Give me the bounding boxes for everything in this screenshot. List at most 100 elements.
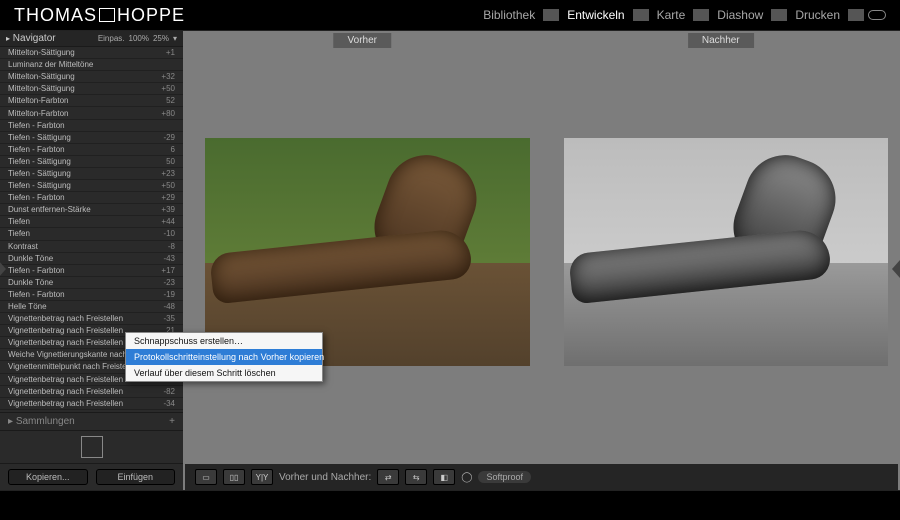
- softproof-label[interactable]: Softproof: [478, 471, 531, 483]
- history-label: Tiefen - Sättigung: [8, 181, 71, 190]
- history-row[interactable]: Mittelton-Farbton+80: [0, 107, 183, 119]
- history-value: -82: [163, 387, 175, 396]
- compare-label: Vorher und Nachher:: [279, 472, 371, 483]
- layout-yy-button[interactable]: Y|Y: [251, 469, 273, 485]
- history-row[interactable]: Tiefen - Sättigung-29: [0, 132, 183, 144]
- swap-before-after-button[interactable]: ⇄: [377, 469, 399, 485]
- history-row[interactable]: Mittelton-Sättigung+50: [0, 83, 183, 95]
- history-row[interactable]: Tiefen - Farbton -19: [0, 289, 183, 301]
- history-value: +17: [161, 266, 175, 275]
- navigator-title: Navigator: [13, 33, 56, 44]
- history-label: Tiefen: [8, 217, 30, 226]
- content-area: Vorher Nachher ▭ ▯▯ Y|Y Vorher und Nachh…: [183, 31, 900, 490]
- paste-button[interactable]: Einfügen: [96, 469, 176, 485]
- history-row[interactable]: Dunkle Töne -23: [0, 277, 183, 289]
- pane-after[interactable]: Nachher: [544, 33, 899, 462]
- module-drucken[interactable]: Drucken: [787, 8, 848, 22]
- tab-before: Vorher: [334, 33, 391, 48]
- zoom-fit[interactable]: Einpas.: [98, 34, 125, 43]
- history-context-menu: Schnappschuss erstellen… Protokollschrit…: [125, 332, 323, 382]
- history-row[interactable]: Mittelton-Sättigung+1: [0, 47, 183, 59]
- softproof-radio-icon[interactable]: ◯: [461, 472, 472, 483]
- history-row[interactable]: Vignettenbetrag nach Freistellen-35: [0, 313, 183, 325]
- copy-before-button[interactable]: ⇆: [405, 469, 427, 485]
- history-value: 52: [166, 96, 175, 105]
- history-label: Vignettenbetrag nach Freistellen: [8, 387, 123, 396]
- history-value: -19: [163, 290, 175, 299]
- history-label: Dunst entfernen-Stärke: [8, 205, 91, 214]
- module-entwickeln[interactable]: Entwickeln: [559, 8, 632, 22]
- left-panel-toggle-icon[interactable]: [0, 260, 6, 278]
- ctx-copy-to-before[interactable]: Protokollschritteinstellung nach Vorher …: [126, 349, 322, 365]
- brand-mark-icon: [99, 8, 115, 22]
- ctx-create-snapshot[interactable]: Schnappschuss erstellen…: [126, 333, 322, 349]
- pane-before[interactable]: Vorher: [185, 33, 540, 462]
- layout-split-button[interactable]: ▯▯: [223, 469, 245, 485]
- zoom-chevron-icon[interactable]: ▾: [173, 34, 177, 43]
- collections-label: Sammlungen: [16, 416, 75, 427]
- collections-add-icon[interactable]: +: [169, 416, 175, 427]
- module-switcher: Bibliothek Entwickeln Karte Diashow Druc…: [475, 8, 886, 22]
- history-row[interactable]: Tiefen - Farbton 6: [0, 144, 183, 156]
- history-label: Tiefen: [8, 229, 30, 238]
- zoom-100[interactable]: 100%: [129, 34, 149, 43]
- history-row[interactable]: Vignettenbetrag nach Freistellen -82: [0, 386, 183, 398]
- history-label: Dunkle Töne: [8, 278, 53, 287]
- history-value: -10: [163, 229, 175, 238]
- history-value: -23: [163, 278, 175, 287]
- history-row[interactable]: Tiefen - Sättigung 50: [0, 156, 183, 168]
- history-label: Tiefen - Farbton: [8, 145, 65, 154]
- right-panel-toggle-icon[interactable]: [892, 260, 900, 278]
- history-row[interactable]: Tiefen - Sättigung+23: [0, 168, 183, 180]
- history-label: Vignettenbetrag nach Freistellen: [8, 399, 123, 408]
- history-value: -43: [163, 254, 175, 263]
- history-row[interactable]: Tiefen - Sättigung +50: [0, 180, 183, 192]
- history-label: Weiche Vignettierungskante nach Fr...: [8, 350, 143, 359]
- history-row[interactable]: Tiefen+44: [0, 216, 183, 228]
- navigator-header[interactable]: ▸ Navigator Einpas. 100% 25% ▾: [0, 31, 183, 47]
- zoom-25[interactable]: 25%: [153, 34, 169, 43]
- history-label: Vignettenbetrag nach Freistellen: [8, 375, 123, 384]
- history-row[interactable]: Vignettenbetrag nach Freistellen-34: [0, 398, 183, 410]
- module-bibliothek[interactable]: Bibliothek: [475, 8, 543, 22]
- history-label: Tiefen - Sättigung: [8, 169, 71, 178]
- cloud-sync-icon[interactable]: [868, 10, 886, 20]
- history-row[interactable]: Mittelton-Sättigung +32: [0, 71, 183, 83]
- history-row[interactable]: Helle Töne-48: [0, 301, 183, 313]
- history-label: Tiefen - Farbton: [8, 193, 65, 202]
- layout-single-button[interactable]: ▭: [195, 469, 217, 485]
- collections-header[interactable]: ▸ Sammlungen +: [0, 412, 183, 430]
- history-value: -8: [168, 242, 175, 251]
- history-row[interactable]: Dunkle Töne-43: [0, 253, 183, 265]
- history-row[interactable]: Tiefen -10: [0, 228, 183, 240]
- ctx-clear-above[interactable]: Verlauf über diesem Schritt löschen: [126, 365, 322, 381]
- history-row[interactable]: Dunst entfernen-Stärke+39: [0, 204, 183, 216]
- history-row[interactable]: Tiefen - Farbton+17: [0, 265, 183, 277]
- history-row[interactable]: Kontrast-8: [0, 241, 183, 253]
- history-label: Tiefen - Farbton: [8, 290, 65, 299]
- compare-toolbar: ▭ ▯▯ Y|Y Vorher und Nachher: ⇄ ⇆ ◧ ◯ Sof…: [185, 464, 898, 490]
- history-value: 6: [171, 145, 175, 154]
- zoom-levels: Einpas. 100% 25% ▾: [98, 34, 177, 43]
- history-value: 50: [166, 157, 175, 166]
- history-label: Vignettenbetrag nach Freistellen: [8, 326, 123, 335]
- module-karte[interactable]: Karte: [649, 8, 694, 22]
- module-diashow[interactable]: Diashow: [709, 8, 771, 22]
- copy-button[interactable]: Kopieren...: [8, 469, 88, 485]
- history-row[interactable]: Tiefen - Farbton+29: [0, 192, 183, 204]
- history-value: -48: [163, 302, 175, 311]
- history-value: +80: [161, 109, 175, 118]
- history-label: Mittelton-Sättigung: [8, 72, 75, 81]
- panel-footer: Kopieren... Einfügen: [0, 464, 183, 490]
- copy-after-button[interactable]: ◧: [433, 469, 455, 485]
- history-row[interactable]: Tiefen - Farbton: [0, 120, 183, 132]
- collapse-icon: ▸: [6, 34, 10, 43]
- history-label: Tiefen - Sättigung: [8, 157, 71, 166]
- tab-after: Nachher: [688, 33, 754, 48]
- top-bar: THOMASHOPPE Bibliothek Entwickeln Karte …: [0, 0, 900, 30]
- history-value: -35: [163, 314, 175, 323]
- history-row[interactable]: Mittelton-Farbton52: [0, 95, 183, 107]
- history-value: +50: [161, 181, 175, 190]
- history-row[interactable]: Luminanz der Mitteltöne: [0, 59, 183, 71]
- history-value: +32: [161, 72, 175, 81]
